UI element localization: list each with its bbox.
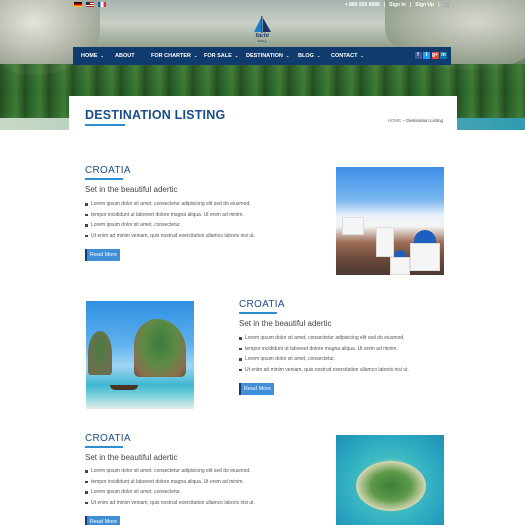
- nav-item-destination[interactable]: DESTINATION ⌄: [246, 47, 289, 65]
- flag-fr-icon[interactable]: [98, 2, 106, 7]
- list-item: Ut enim ad minim veniam, quis nostrud ex…: [85, 498, 255, 509]
- chevron-down-icon: ⌄: [316, 53, 321, 58]
- page-title-bar: DESTINATION LISTING HOME » Destination L…: [69, 96, 457, 132]
- listing-bullets: Lorem ipsum dolor sit amet, consectetur …: [239, 333, 409, 375]
- listing-subtitle: Set in the beautiful adertic: [85, 185, 178, 194]
- list-item: Ut enim ad minim veniam, quis nostrud ex…: [85, 231, 255, 242]
- breadcrumb-separator: »: [402, 118, 405, 123]
- list-item: Lorem ipsum dolor sit amet, consectetur …: [85, 199, 255, 210]
- logo-tagline: Sailing: [257, 39, 267, 43]
- sign-up-link[interactable]: Sign Up: [415, 2, 434, 8]
- destination-photo: [336, 167, 444, 275]
- list-item: Lorem ipsum dolor sit amet, consectetur …: [85, 466, 255, 477]
- language-flags: [74, 2, 106, 7]
- phone-number: + 888 555 8888: [344, 1, 380, 8]
- list-item: Lorem ipsum dolor sit amet, consectetur.: [85, 487, 255, 498]
- top-bar: + 888 555 8888 | Sign In | Sign Up | 🛒: [0, 0, 525, 10]
- nav-item-for-sale[interactable]: FOR SALE ⌄: [204, 47, 238, 65]
- destination-photo: [86, 301, 194, 409]
- social-links: f t g+ in: [414, 52, 447, 59]
- list-item: tempor incididunt ut laboreet dolore mag…: [85, 210, 255, 221]
- nav-item-for-charter[interactable]: FOR CHARTER ⌄: [151, 47, 197, 65]
- read-more-button[interactable]: Read More: [85, 249, 120, 261]
- island-shape: [356, 461, 426, 511]
- page-title: DESTINATION LISTING: [85, 108, 226, 122]
- breadcrumb-current: Destination Listing: [406, 118, 443, 123]
- main-nav: HOME ⌄ ABOUT FOR CHARTER ⌄ FOR SALE ⌄ DESTI…: [73, 47, 451, 65]
- chevron-down-icon: ⌄: [285, 53, 290, 58]
- list-item: Ut enim ad minim veniam, quis nostrud ex…: [239, 365, 409, 376]
- list-item: Lorem ipsum dolor sit amet, consectetur …: [239, 333, 409, 344]
- flag-us-icon[interactable]: [86, 2, 94, 7]
- listing-bullets: Lorem ipsum dolor sit amet, consectetur …: [85, 199, 255, 241]
- facebook-icon[interactable]: f: [414, 52, 422, 59]
- destination-photo: [336, 435, 444, 525]
- linkedin-icon[interactable]: in: [440, 52, 447, 59]
- flag-de-icon[interactable]: [74, 2, 82, 7]
- sign-in-link[interactable]: Sign In: [389, 2, 406, 8]
- listing-subtitle: Set in the beautiful adertic: [239, 319, 332, 328]
- read-more-button[interactable]: Read More: [239, 383, 274, 395]
- nav-item-home[interactable]: HOME ⌄: [81, 47, 104, 65]
- listing-underline: [239, 312, 277, 314]
- listing-underline: [85, 178, 123, 180]
- list-item: Lorem ipsum dolor sit amet, consectetur.: [85, 220, 255, 231]
- breadcrumb: HOME » Destination Listing: [388, 118, 443, 123]
- separator: |: [383, 1, 386, 8]
- house-shape: [410, 243, 440, 271]
- read-more-button[interactable]: Read More: [85, 516, 120, 525]
- boat-shape: [110, 385, 138, 390]
- top-links: + 888 555 8888 | Sign In | Sign Up | 🛒: [344, 1, 451, 9]
- chevron-down-icon: ⌄: [194, 53, 198, 58]
- site-logo[interactable]: Yacht Sailing: [244, 15, 280, 43]
- nav-item-contact[interactable]: CONTACT ⌄: [331, 47, 364, 65]
- title-underline: [85, 124, 125, 126]
- house-shape: [376, 227, 394, 257]
- breadcrumb-home[interactable]: HOME: [388, 118, 402, 123]
- rock-shape: [134, 319, 186, 377]
- listing-subtitle: Set in the beautiful adertic: [85, 453, 178, 462]
- sailboat-icon: [254, 16, 271, 33]
- separator: |: [409, 1, 412, 8]
- dome-shape: [414, 230, 436, 244]
- listing-bullets: Lorem ipsum dolor sit amet, consectetur …: [85, 466, 255, 508]
- twitter-icon[interactable]: t: [423, 52, 430, 59]
- listing-title: CROATIA: [85, 165, 131, 176]
- nav-item-blog[interactable]: BLOG ⌄: [298, 47, 320, 65]
- chevron-down-icon: ⌄: [234, 53, 239, 58]
- listing-title: CROATIA: [85, 433, 131, 444]
- nav-item-about[interactable]: ABOUT: [115, 47, 135, 65]
- list-item: tempor incididunt ut laboreet dolore mag…: [239, 344, 409, 355]
- house-shape: [342, 217, 364, 235]
- listing-underline: [85, 446, 123, 448]
- chevron-down-icon: ⌄: [360, 53, 364, 58]
- rock-shape: [88, 331, 112, 375]
- cart-icon[interactable]: 🛒: [444, 1, 451, 8]
- house-shape: [390, 257, 410, 275]
- google-plus-icon[interactable]: g+: [431, 52, 439, 59]
- separator: |: [438, 1, 440, 8]
- list-item: Lorem ipsum dolor sit amet, consectetur.: [239, 354, 409, 365]
- chevron-down-icon: ⌄: [100, 53, 104, 58]
- listing-title: CROATIA: [239, 299, 285, 310]
- list-item: tempor incididunt ut laboreet dolore mag…: [85, 477, 255, 488]
